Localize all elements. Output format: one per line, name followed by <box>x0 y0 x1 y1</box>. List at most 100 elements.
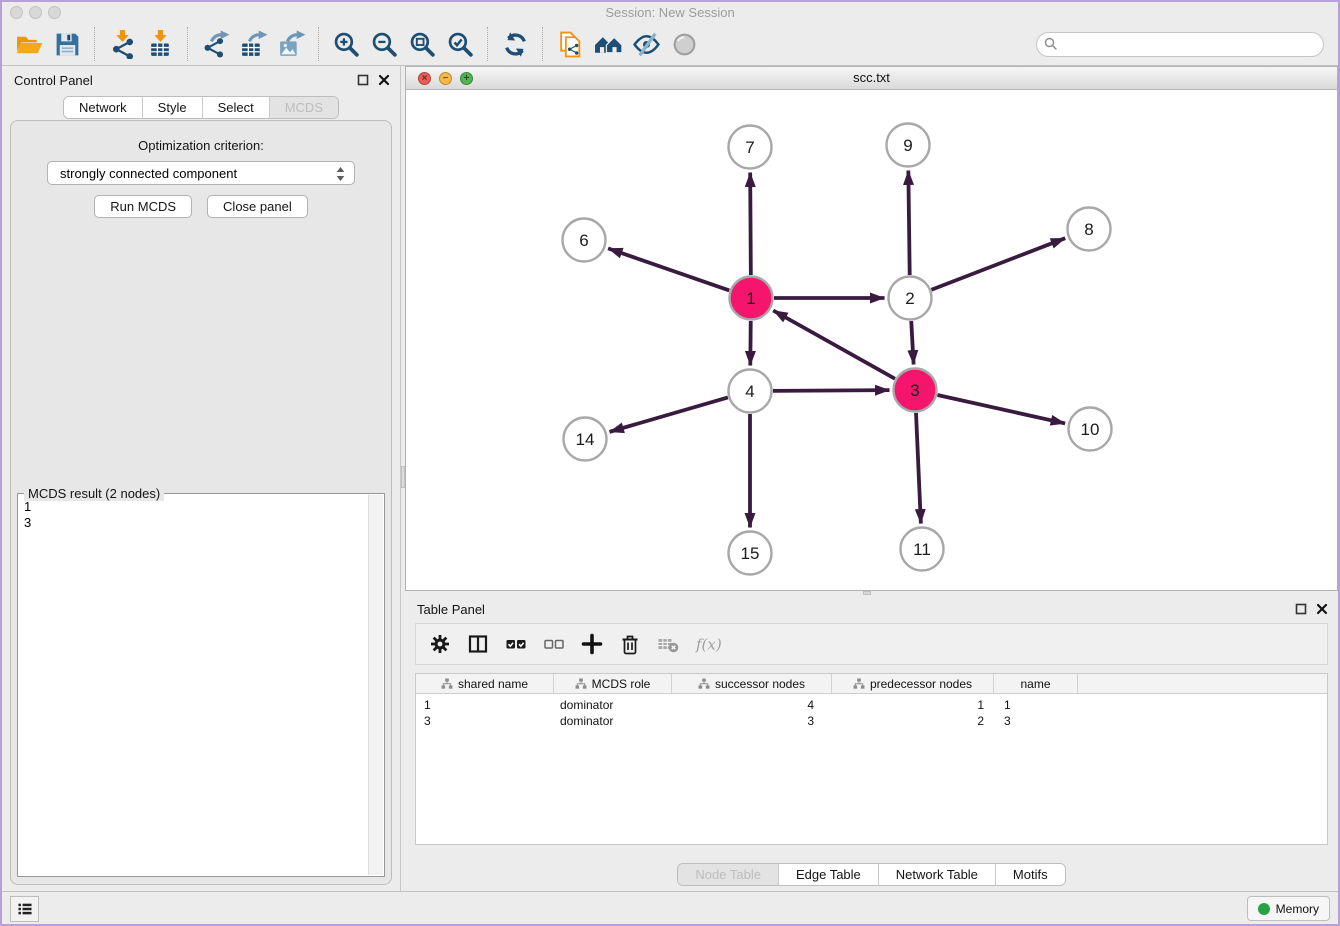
import-table-button[interactable] <box>141 25 179 63</box>
graph-edge[interactable] <box>908 170 909 275</box>
table-cell[interactable]: 2 <box>832 713 994 729</box>
export-image-button[interactable] <box>272 25 310 63</box>
window-minimize-button[interactable] <box>29 6 42 19</box>
graph-node[interactable]: 7 <box>729 126 772 169</box>
tab-motifs[interactable]: Motifs <box>995 864 1065 885</box>
table-cell[interactable]: 3 <box>416 713 554 729</box>
result-item[interactable]: 1 <box>24 499 363 515</box>
control-panel-close-button[interactable] <box>378 74 390 86</box>
close-mcds-panel-button[interactable]: Close panel <box>207 195 308 218</box>
table-panel-close-button[interactable] <box>1316 603 1328 615</box>
network-close-button[interactable]: × <box>418 72 431 85</box>
clone-network-button[interactable] <box>551 25 589 63</box>
column-header-mcds-role[interactable]: MCDS role <box>554 674 672 693</box>
delete-table-button[interactable] <box>657 633 679 655</box>
graph-edge[interactable] <box>916 413 921 524</box>
table-cell[interactable]: 3 <box>994 713 1078 729</box>
unselect-all-button[interactable] <box>543 633 565 655</box>
graph-node[interactable]: 3 <box>894 369 937 412</box>
table-panel-float-button[interactable] <box>1295 603 1307 615</box>
graph-edge[interactable] <box>750 172 751 275</box>
zoom-fit-button[interactable] <box>403 25 441 63</box>
graph-edge[interactable] <box>931 238 1065 290</box>
graph-edge[interactable] <box>773 390 890 391</box>
result-item[interactable]: 3 <box>24 515 363 531</box>
home-button[interactable] <box>589 25 627 63</box>
add-column-button[interactable] <box>581 633 603 655</box>
zoom-selected-button[interactable] <box>441 25 479 63</box>
select-all-button[interactable] <box>505 633 527 655</box>
graph-node[interactable]: 2 <box>889 277 932 320</box>
network-zoom-button[interactable]: + <box>460 72 473 85</box>
tree-icon <box>853 678 865 690</box>
graph-node-label: 11 <box>913 540 931 559</box>
fx-button[interactable]: f(x) <box>695 633 721 655</box>
gear-button[interactable] <box>429 633 451 655</box>
tab-network-table[interactable]: Network Table <box>878 864 995 885</box>
column-header-successor-nodes[interactable]: successor nodes <box>672 674 832 693</box>
table-cell[interactable]: 3 <box>672 713 832 729</box>
tab-node-table[interactable]: Node Table <box>678 864 778 885</box>
node-table: shared nameMCDS rolesuccessor nodesprede… <box>415 673 1328 845</box>
memory-label: Memory <box>1276 902 1319 916</box>
window-close-button[interactable] <box>10 6 23 19</box>
run-mcds-button[interactable]: Run MCDS <box>94 195 192 218</box>
graph-edge[interactable] <box>773 310 895 378</box>
tab-select[interactable]: Select <box>202 97 269 118</box>
export-network-button[interactable] <box>196 25 234 63</box>
result-scrollbar[interactable] <box>368 495 383 875</box>
table-cell[interactable]: 4 <box>672 697 832 713</box>
table-cell[interactable]: 1 <box>832 697 994 713</box>
column-header-name[interactable]: name <box>994 674 1078 693</box>
search-input[interactable] <box>1036 32 1324 57</box>
table-cell[interactable]: 1 <box>994 697 1078 713</box>
tab-mcds[interactable]: MCDS <box>269 97 338 118</box>
open-session-button[interactable] <box>10 25 48 63</box>
table-toolbar: f(x) <box>415 623 1328 665</box>
inactive-view-button[interactable] <box>665 25 703 63</box>
graph-edge[interactable] <box>609 397 727 431</box>
hide-network-button[interactable] <box>627 25 665 63</box>
graph-node[interactable]: 6 <box>563 219 606 262</box>
graph-node[interactable]: 9 <box>887 124 930 167</box>
column-header-predecessor-nodes[interactable]: predecessor nodes <box>832 674 994 693</box>
graph-node[interactable]: 11 <box>901 528 944 571</box>
delete-column-button[interactable] <box>619 633 641 655</box>
table-cell[interactable]: dominator <box>554 697 672 713</box>
graph-node[interactable]: 1 <box>730 277 773 320</box>
network-canvas[interactable]: 7 9 6 8 1 2 4 3 14 10 15 11 <box>406 90 1337 590</box>
export-table-button[interactable] <box>234 25 272 63</box>
zoom-out-icon <box>370 30 399 59</box>
column-header-shared-name[interactable]: shared name <box>416 674 554 693</box>
zoom-out-button[interactable] <box>365 25 403 63</box>
status-bar: Memory <box>2 891 1338 924</box>
memory-button[interactable]: Memory <box>1247 896 1330 921</box>
graph-node[interactable]: 10 <box>1069 408 1112 451</box>
select-all-icon <box>505 633 527 655</box>
table-row[interactable]: 3dominator323 <box>416 713 1327 729</box>
table-row[interactable]: 1dominator411 <box>416 697 1327 713</box>
graph-node[interactable]: 15 <box>729 532 772 575</box>
table-cell[interactable]: dominator <box>554 713 672 729</box>
tab-edge-table[interactable]: Edge Table <box>778 864 878 885</box>
optimization-criterion-select[interactable]: strongly connected component <box>47 161 355 185</box>
graph-edge[interactable] <box>937 395 1065 423</box>
graph-edge[interactable] <box>911 321 913 365</box>
menu-list-button[interactable] <box>10 896 39 922</box>
table-cell[interactable]: 1 <box>416 697 554 713</box>
table-tab-bar: Node TableEdge TableNetwork TableMotifs <box>677 863 1065 886</box>
network-minimize-button[interactable]: − <box>439 72 452 85</box>
tab-style[interactable]: Style <box>142 97 202 118</box>
zoom-in-button[interactable] <box>327 25 365 63</box>
columns-button[interactable] <box>467 633 489 655</box>
window-zoom-button[interactable] <box>48 6 61 19</box>
graph-node[interactable]: 8 <box>1068 208 1111 251</box>
refresh-view-button[interactable] <box>496 25 534 63</box>
tab-network[interactable]: Network <box>64 97 142 118</box>
import-network-button[interactable] <box>103 25 141 63</box>
graph-node[interactable]: 14 <box>564 418 607 461</box>
graph-node[interactable]: 4 <box>729 370 772 413</box>
control-panel-float-button[interactable] <box>357 74 369 86</box>
save-session-button[interactable] <box>48 25 86 63</box>
graph-edge[interactable] <box>608 248 729 290</box>
